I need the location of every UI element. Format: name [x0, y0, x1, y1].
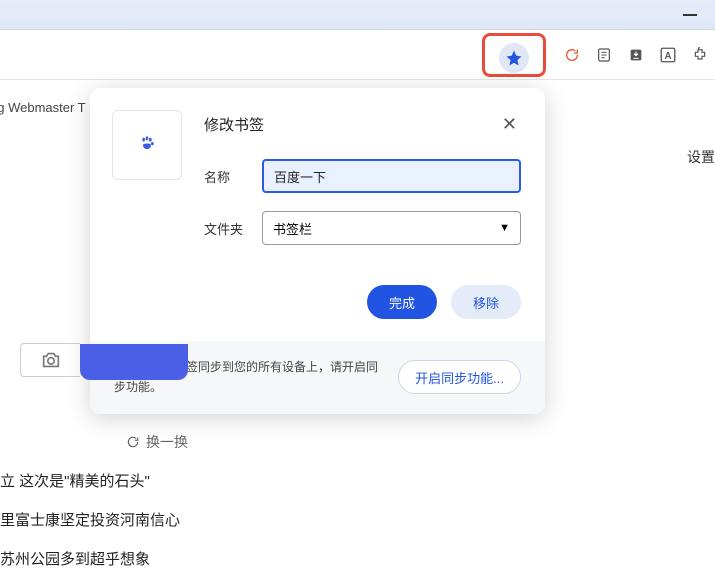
news-item[interactable]: 苏州公园多到超乎想象 — [0, 540, 180, 579]
bookmark-name-input[interactable] — [262, 159, 521, 193]
minimize-button[interactable] — [683, 14, 697, 16]
folder-selected-value: 书签栏 — [273, 219, 312, 238]
window-titlebar — [0, 0, 715, 30]
baidu-paw-icon — [139, 135, 155, 156]
popup-title: 修改书签 — [204, 114, 264, 135]
close-icon[interactable]: ✕ — [498, 110, 521, 139]
chevron-down-icon: ▼ — [499, 222, 510, 234]
name-label: 名称 — [204, 167, 244, 186]
bookmark-star-button[interactable] — [499, 43, 529, 73]
refresh-news[interactable]: 换一换 — [126, 432, 188, 452]
news-item[interactable]: 里富士康坚定投资河南信心 — [0, 501, 180, 540]
extension-icon[interactable] — [691, 46, 709, 64]
camera-search-button[interactable] — [20, 343, 80, 377]
search-button-partial[interactable] — [80, 344, 188, 380]
news-list: 立 这次是"精美的石头" 里富士康坚定投资河南信心 苏州公园多到超乎想象 — [0, 462, 180, 579]
done-button[interactable]: 完成 — [367, 285, 437, 319]
bookmarks-bar-item[interactable]: ng Webmaster T — [0, 100, 86, 115]
favicon-preview — [112, 110, 182, 180]
browser-toolbar: A — [0, 30, 715, 80]
remove-button[interactable]: 移除 — [451, 285, 521, 319]
refresh-label: 换一换 — [146, 432, 188, 452]
news-item[interactable]: 立 这次是"精美的石头" — [0, 462, 180, 501]
star-icon — [505, 49, 523, 67]
font-icon[interactable]: A — [659, 46, 677, 64]
refresh-icon — [126, 435, 140, 449]
camera-icon — [40, 349, 62, 371]
enable-sync-button[interactable]: 开启同步功能... — [398, 360, 521, 394]
folder-label: 文件夹 — [204, 219, 244, 238]
settings-link[interactable]: 设置 — [687, 147, 715, 167]
reader-icon[interactable] — [595, 46, 613, 64]
svg-text:A: A — [664, 51, 671, 62]
download-icon[interactable] — [627, 46, 645, 64]
folder-dropdown[interactable]: 书签栏 ▼ — [262, 211, 521, 245]
reload-icon[interactable] — [563, 46, 581, 64]
